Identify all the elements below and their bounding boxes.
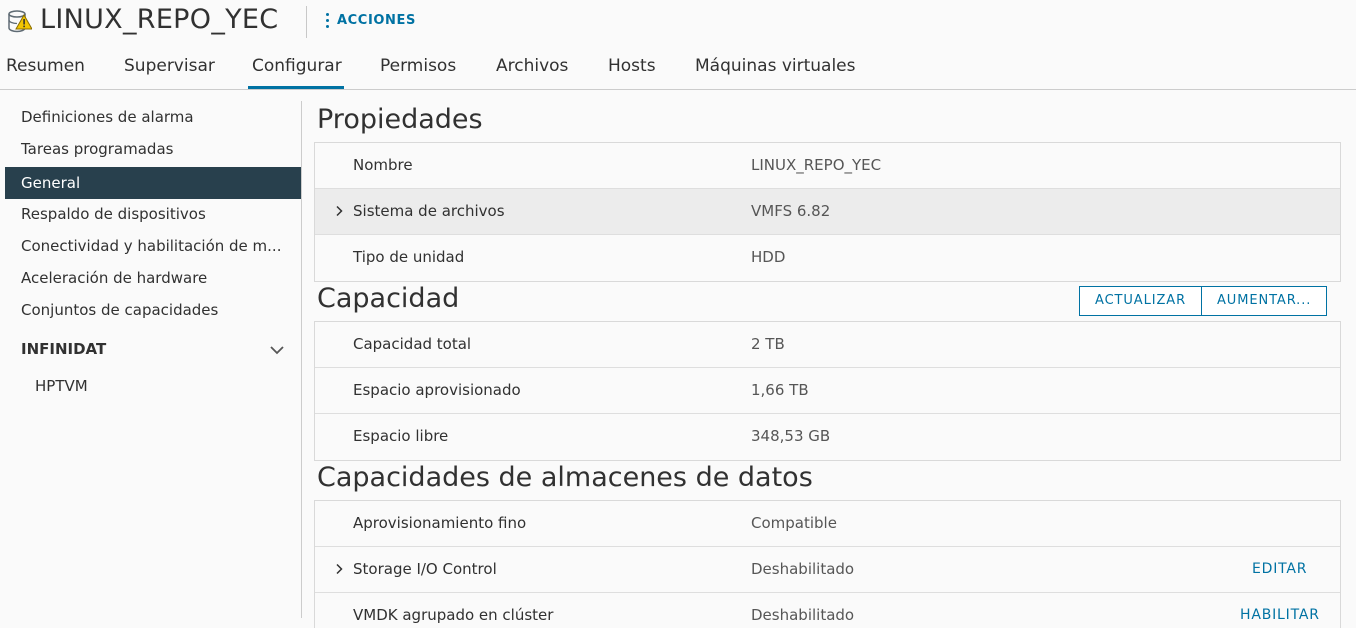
settings-sidebar: Definiciones de alarma Tareas programada… <box>0 90 301 628</box>
capacity-key: Espacio aprovisionado <box>353 381 521 399</box>
sidebar-divider <box>301 101 302 618</box>
sidebar-item-tareas-programadas[interactable]: Tareas programadas <box>5 133 301 165</box>
object-title: LINUX_REPO_YEC <box>40 4 279 35</box>
capacity-button-group: ACTUALIZAR AUMENTAR... <box>1079 286 1328 316</box>
capacity-value: 348,53 GB <box>751 427 831 445</box>
capacidades-panel: Aprovisionamiento fino Compatible Storag… <box>314 500 1341 628</box>
capacity-row-provisioned: Espacio aprovisionado 1,66 TB <box>315 368 1340 414</box>
actions-menu-button[interactable]: ACCIONES <box>326 12 416 28</box>
section-title-capacidad: Capacidad <box>317 283 460 314</box>
tab-configurar[interactable]: Configurar <box>252 56 342 76</box>
enable-link[interactable]: HABILITAR <box>1240 607 1320 623</box>
chevron-right-icon[interactable] <box>333 563 345 575</box>
sidebar-group-label: INFINIDAT <box>21 340 107 358</box>
tab-maquinas-virtuales[interactable]: Máquinas virtuales <box>695 56 856 76</box>
property-key: Tipo de unidad <box>353 248 465 266</box>
tab-hosts[interactable]: Hosts <box>608 56 656 76</box>
sidebar-item-conjuntos-de-capacidades[interactable]: Conjuntos de capacidades <box>5 294 301 326</box>
increase-button[interactable]: AUMENTAR... <box>1202 286 1328 316</box>
capability-row-sioc[interactable]: Storage I/O Control Deshabilitado EDITAR <box>315 547 1340 593</box>
object-header: LINUX_REPO_YEC ACCIONES <box>0 0 1356 44</box>
tab-permisos[interactable]: Permisos <box>380 56 456 76</box>
property-row-nombre: Nombre LINUX_REPO_YEC <box>315 143 1340 189</box>
section-title-capacidades: Capacidades de almacenes de datos <box>317 462 813 493</box>
kebab-icon <box>326 13 329 28</box>
property-key: Nombre <box>353 156 413 174</box>
capacity-value: 1,66 TB <box>751 381 809 399</box>
capability-key: Aprovisionamiento fino <box>353 514 527 532</box>
actions-label: ACCIONES <box>337 12 416 28</box>
sidebar-item-definiciones-de-alarma[interactable]: Definiciones de alarma <box>5 101 301 133</box>
property-key: Sistema de archivos <box>353 202 505 220</box>
capability-value: Compatible <box>751 514 837 532</box>
property-value: VMFS 6.82 <box>751 202 831 220</box>
capacity-row-free: Espacio libre 348,53 GB <box>315 414 1340 460</box>
active-tab-indicator <box>248 86 344 89</box>
tab-archivos[interactable]: Archivos <box>496 56 568 76</box>
property-value: HDD <box>751 248 786 266</box>
section-title-propiedades: Propiedades <box>317 104 483 135</box>
capacity-key: Espacio libre <box>353 427 449 445</box>
edit-link[interactable]: EDITAR <box>1252 561 1307 577</box>
sidebar-item-general[interactable]: General <box>5 167 301 199</box>
datastore-warning-icon <box>8 10 32 33</box>
property-value: LINUX_REPO_YEC <box>751 156 882 174</box>
sidebar-group-infinidat[interactable]: INFINIDAT <box>5 338 301 362</box>
sidebar-item-conectividad[interactable]: Conectividad y habilitación de m... <box>5 230 301 262</box>
sidebar-item-aceleracion-de-hardware[interactable]: Aceleración de hardware <box>5 262 301 294</box>
capacity-key: Capacidad total <box>353 335 472 353</box>
capability-value: Deshabilitado <box>751 606 855 624</box>
sidebar-item-respaldo-de-dispositivos[interactable]: Respaldo de dispositivos <box>5 198 301 230</box>
capability-value: Deshabilitado <box>751 560 855 578</box>
tab-supervisar[interactable]: Supervisar <box>124 56 215 76</box>
property-row-tipo-de-unidad: Tipo de unidad HDD <box>315 235 1340 281</box>
tab-bar: Resumen Supervisar Configurar Permisos A… <box>0 44 1356 90</box>
capability-row-clustered-vmdk: VMDK agrupado en clúster Deshabilitado H… <box>315 593 1340 628</box>
chevron-down-icon <box>270 346 284 355</box>
capacity-row-total: Capacidad total 2 TB <box>315 322 1340 368</box>
property-row-sistema-de-archivos[interactable]: Sistema de archivos VMFS 6.82 <box>315 189 1340 235</box>
capacidad-panel: Capacidad total 2 TB Espacio aprovisiona… <box>314 321 1341 461</box>
header-divider <box>306 6 307 38</box>
refresh-button[interactable]: ACTUALIZAR <box>1079 286 1202 316</box>
sidebar-item-hptvm[interactable]: HPTVM <box>35 377 88 395</box>
capability-row-thin-provisioning: Aprovisionamiento fino Compatible <box>315 501 1340 547</box>
propiedades-panel: Nombre LINUX_REPO_YEC Sistema de archivo… <box>314 142 1341 282</box>
chevron-right-icon[interactable] <box>333 205 345 217</box>
capability-key: Storage I/O Control <box>353 560 497 578</box>
tab-resumen[interactable]: Resumen <box>6 56 85 76</box>
capability-key: VMDK agrupado en clúster <box>353 606 554 624</box>
capacity-value: 2 TB <box>751 335 785 353</box>
